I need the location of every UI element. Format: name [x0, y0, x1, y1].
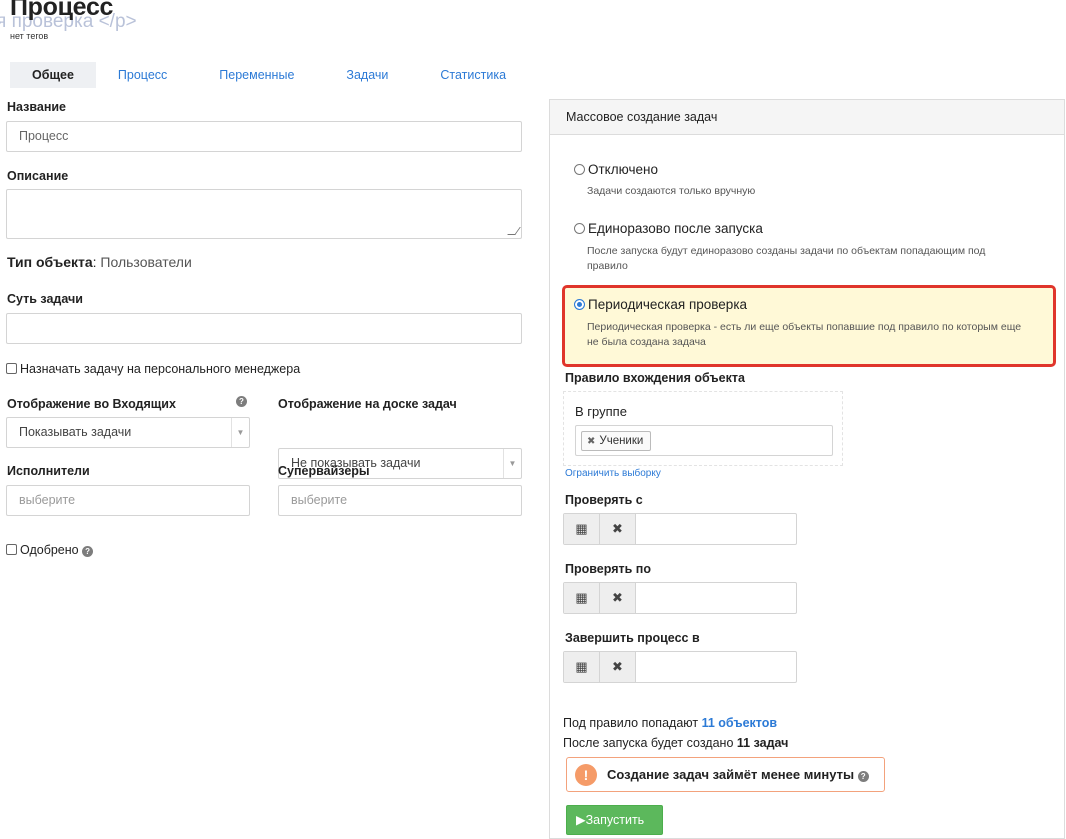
finish-date: ▦ ✖: [563, 651, 797, 683]
radio-periodic[interactable]: [574, 299, 585, 310]
check-to-label: Проверять по: [565, 562, 651, 576]
panel-title: Массовое создание задач: [550, 100, 1064, 135]
clear-icon[interactable]: ✖: [600, 652, 636, 682]
group-chip: ✖ Ученики: [581, 431, 652, 451]
warning-icon: !: [575, 764, 597, 786]
rule-label: Правило вхождения объекта: [565, 371, 745, 385]
assign-manager-label: Назначать задачу на персонального менедж…: [20, 362, 301, 376]
task-essence-label: Суть задачи: [7, 292, 83, 306]
summary-objects-prefix: Под правило попадают: [563, 716, 699, 730]
check-to-date: ▦ ✖: [563, 582, 797, 614]
time-warning: ! Создание задач займёт менее минуты ?: [566, 757, 885, 792]
approved-row[interactable]: Одобрено ?: [6, 543, 94, 557]
chevron-down-icon: ▼: [231, 418, 249, 447]
warning-help-icon[interactable]: ?: [857, 771, 869, 782]
option-disabled-label: Отключено: [588, 162, 658, 177]
group-tag-input[interactable]: ✖ Ученики: [575, 425, 833, 456]
object-type-separator: :: [92, 254, 97, 270]
object-type-line: Тип объекта: Пользователи: [7, 254, 192, 270]
tab-statistics[interactable]: Статистика: [410, 62, 528, 88]
executors-label: Исполнители: [7, 464, 90, 478]
summary-tasks: После запуска будет создано 11 задач: [563, 736, 788, 750]
description-label: Описание: [7, 169, 69, 183]
radio-once[interactable]: [574, 223, 585, 234]
objects-count-link[interactable]: 11 объектов: [702, 716, 777, 730]
option-once-label: Единоразово после запуска: [588, 221, 763, 236]
run-button[interactable]: ▶Запустить: [566, 805, 663, 835]
name-input[interactable]: Процесс: [6, 121, 522, 152]
tab-variables[interactable]: Переменные: [189, 62, 316, 88]
supervisors-input[interactable]: выберите: [278, 485, 522, 516]
board-display-label: Отображение на доске задач: [278, 397, 457, 411]
chevron-down-icon: ▼: [503, 449, 521, 478]
supervisors-label: Супервайзеры: [278, 464, 370, 478]
tasks-count: 11 задач: [736, 736, 789, 750]
tab-tasks[interactable]: Задачи: [316, 62, 410, 88]
check-from-date: ▦ ✖: [563, 513, 797, 545]
tab-process[interactable]: Процесс: [96, 62, 189, 88]
check-from-label: Проверять с: [565, 493, 643, 507]
limit-selection-link[interactable]: Ограничить выборку: [565, 468, 661, 479]
calendar-icon[interactable]: ▦: [564, 652, 600, 682]
approved-label: Одобрено: [20, 543, 79, 557]
object-type-value: Пользователи: [100, 254, 192, 270]
option-periodic[interactable]: Периодическая проверка: [574, 297, 747, 312]
description-textarea[interactable]: [6, 189, 522, 239]
option-disabled[interactable]: Отключено: [574, 162, 658, 177]
warning-text: Создание задач займёт менее минуты ?: [607, 767, 869, 782]
option-once-desc: После запуска будут единоразово созданы …: [587, 245, 986, 272]
executors-input[interactable]: выберите: [6, 485, 250, 516]
clear-icon[interactable]: ✖: [600, 514, 636, 544]
resize-handle[interactable]: [507, 227, 521, 235]
finish-input[interactable]: [636, 652, 796, 682]
clear-icon[interactable]: ✖: [600, 583, 636, 613]
approved-checkbox[interactable]: [6, 544, 17, 555]
tags-note: нет тегов: [10, 31, 49, 41]
summary-objects: Под правило попадают 11 объектов: [563, 716, 777, 730]
object-type-label: Тип объекта: [7, 254, 93, 270]
option-disabled-desc: Задачи создаются только вручную: [587, 185, 756, 197]
tab-general[interactable]: Общее: [10, 62, 96, 88]
inbox-display-select[interactable]: Показывать задачи ▼: [6, 417, 250, 448]
inbox-help-icon[interactable]: ?: [236, 396, 247, 407]
check-from-input[interactable]: [636, 514, 796, 544]
calendar-icon[interactable]: ▦: [564, 583, 600, 613]
finish-label: Завершить процесс в: [565, 631, 700, 645]
option-periodic-desc: Периодическая проверка - есть ли еще объ…: [587, 321, 1022, 348]
remove-chip-icon[interactable]: ✖: [587, 436, 595, 447]
assign-manager-checkbox[interactable]: [6, 363, 17, 374]
option-periodic-label: Периодическая проверка: [588, 297, 748, 312]
inbox-display-value: Показывать задачи: [19, 425, 132, 439]
tab-bar: Общее Процесс Переменные Задачи Статисти…: [10, 62, 528, 88]
approved-help-icon[interactable]: ?: [82, 546, 94, 557]
warning-text-label: Создание задач займёт менее минуты: [607, 767, 855, 782]
assign-manager-row[interactable]: Назначать задачу на персонального менедж…: [6, 362, 300, 376]
radio-disabled[interactable]: [574, 164, 585, 175]
group-chip-label: Ученики: [599, 435, 644, 447]
name-label: Название: [7, 100, 67, 114]
option-once[interactable]: Единоразово после запуска: [574, 221, 763, 236]
rule-group-label: В группе: [575, 404, 627, 419]
page-title: Процесс: [10, 0, 114, 21]
calendar-icon[interactable]: ▦: [564, 514, 600, 544]
task-essence-input[interactable]: [6, 313, 522, 344]
check-to-input[interactable]: [636, 583, 796, 613]
summary-tasks-prefix: После запуска будет создано: [563, 736, 734, 750]
inbox-display-label: Отображение во Входящих: [7, 397, 176, 411]
